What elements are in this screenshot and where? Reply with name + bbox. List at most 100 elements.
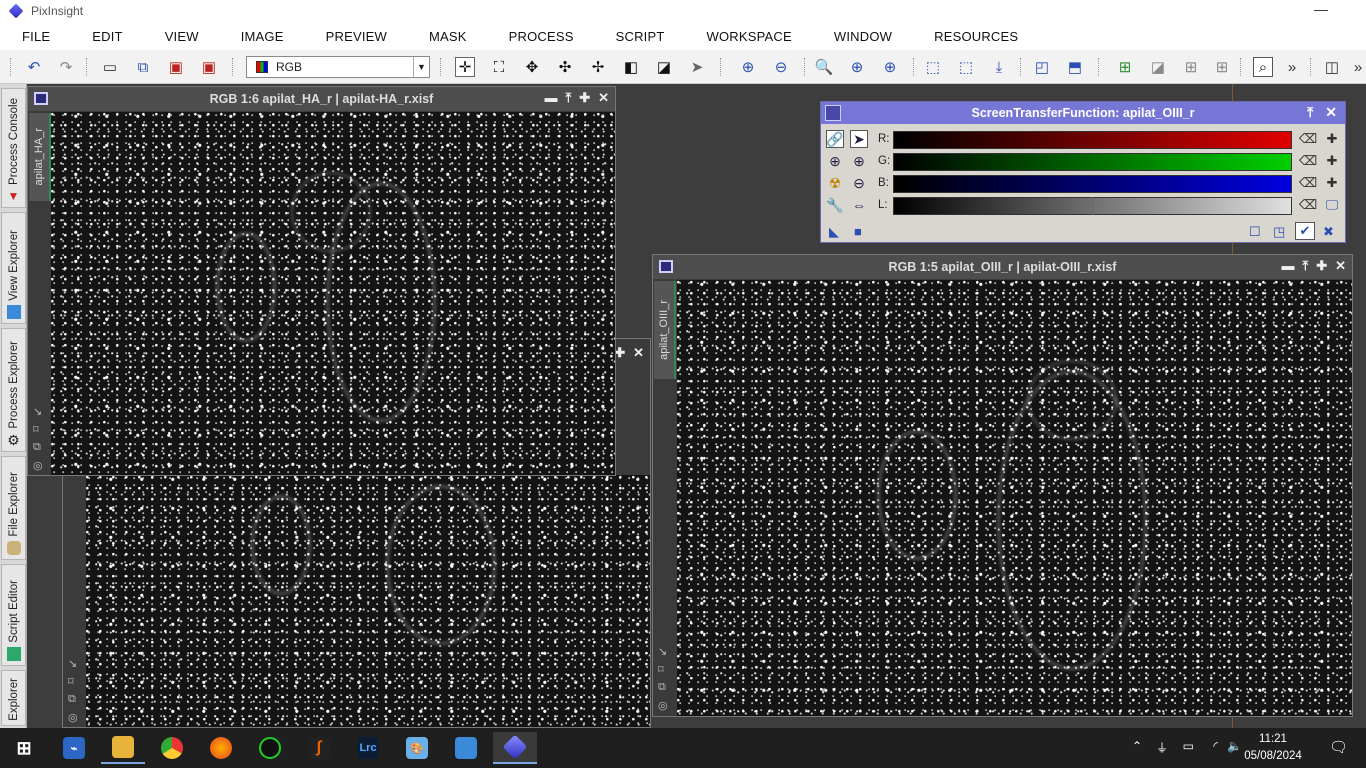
menu-file[interactable]: FILE — [0, 29, 71, 44]
battery-icon[interactable]: ▭ — [1183, 739, 1194, 753]
expand-icon[interactable]: ⤓ — [989, 57, 1009, 77]
window-top-icon[interactable]: ◰ — [1032, 57, 1052, 77]
fit-icon[interactable]: ⌑ — [33, 423, 43, 436]
image-window-oiii[interactable]: RGB 1:5 apilat_OIII_r | apilat-OIII_r.xi… — [652, 254, 1353, 717]
image-canvas[interactable] — [86, 475, 650, 727]
taskbar-app-pixinsight[interactable] — [493, 732, 537, 764]
chevron-down-icon[interactable]: ▼ — [413, 57, 429, 77]
minimize-button[interactable]: ▬ — [544, 90, 557, 106]
wifi-icon[interactable]: ◜ — [1213, 739, 1218, 753]
center-mode-icon[interactable]: ✣ — [555, 57, 575, 77]
zoom-in-icon[interactable]: ⊕ — [850, 152, 868, 170]
menu-view[interactable]: VIEW — [144, 29, 220, 44]
notification-icon[interactable]: 🗨 — [1329, 738, 1348, 756]
pan-mode-icon[interactable]: ✥ — [522, 57, 542, 77]
fit-icon[interactable]: ⌑ — [68, 675, 78, 688]
target-icon[interactable]: ◎ — [33, 459, 43, 472]
documentation-icon[interactable]: ◳ — [1273, 224, 1285, 240]
chevron-up-icon[interactable]: ⌃ — [1132, 739, 1142, 753]
sidebar-tab-process-explorer[interactable]: Process Explorer ⚙ — [1, 328, 26, 452]
taskbar-app-chrome[interactable] — [150, 732, 194, 764]
mask-show-icon[interactable]: ⊞ — [1181, 57, 1201, 77]
radiation-icon[interactable]: ☢ — [826, 174, 844, 192]
sidebar-tab-script-editor[interactable]: Script Editor — [1, 564, 26, 666]
channel-slider-r[interactable] — [893, 131, 1292, 149]
identifier-icon[interactable]: ▭ — [100, 57, 120, 77]
target-icon[interactable]: ◎ — [658, 699, 668, 712]
new-instance-icon[interactable]: ◣ — [829, 224, 839, 240]
reset-icon[interactable]: ⌫ — [1299, 130, 1317, 148]
sidebar-tab-explorer[interactable]: Explorer — [1, 670, 26, 726]
zoom-one-icon[interactable]: ⊕ — [847, 57, 867, 77]
fit-icon[interactable]: ⌑ — [658, 663, 668, 676]
taskbar-app-lightroom[interactable]: Lrc — [346, 732, 390, 764]
apply-icon[interactable]: ✔ — [1295, 222, 1315, 240]
image-window-ha[interactable]: RGB 1:6 apilat_HA_r | apilat-HA_r.xisf ▬… — [27, 86, 616, 476]
window-title-bar[interactable]: RGB 1:6 apilat_HA_r | apilat-HA_r.xisf ▬… — [28, 87, 615, 111]
shrink-icon[interactable]: ↘ — [33, 405, 43, 418]
toolbar-overflow-button[interactable]: » — [1282, 57, 1302, 77]
mask-invert-icon[interactable]: ⊞ — [1212, 57, 1232, 77]
zoom-out-icon[interactable]: ⊖ — [850, 174, 868, 192]
auto-stretch-icon[interactable]: ✚ — [1323, 174, 1341, 192]
image-canvas[interactable] — [677, 280, 1352, 716]
window-fit-icon[interactable]: ⬒ — [1065, 57, 1085, 77]
menu-preview[interactable]: PREVIEW — [305, 29, 408, 44]
menu-mask[interactable]: MASK — [408, 29, 488, 44]
taskbar-app-network[interactable]: ⌁ — [52, 732, 96, 764]
toolbar-overflow-right-button[interactable]: » — [1348, 57, 1366, 77]
reset-all-icon[interactable]: ☐ — [1249, 224, 1261, 240]
shade-button[interactable]: ⤒ — [565, 90, 571, 106]
pointer-icon[interactable]: ➤ — [850, 130, 868, 148]
taskbar-app-explorer[interactable] — [101, 732, 145, 764]
monitor-icon[interactable]: 🖵 — [1323, 196, 1341, 214]
zoom-actual-icon[interactable]: ⊕ — [880, 57, 900, 77]
target-icon[interactable]: ◎ — [68, 711, 78, 724]
auto-stretch-icon[interactable]: ✚ — [1323, 130, 1341, 148]
fit-window-icon[interactable]: ⬚ — [956, 57, 976, 77]
new-preview-icon[interactable]: ◧ — [621, 57, 641, 77]
zoom-mode-icon[interactable]: ⛶ — [489, 57, 509, 77]
new-image-icon[interactable]: ⧉ — [133, 57, 153, 77]
clone-icon[interactable]: ⧉ — [33, 441, 43, 454]
menu-resources[interactable]: RESOURCES — [913, 29, 1039, 44]
clone-image-icon[interactable]: ▣ — [166, 57, 186, 77]
reset-icon[interactable]: ⌫ — [1299, 152, 1317, 170]
apply-global-icon[interactable]: ■ — [854, 224, 862, 239]
minimize-button[interactable]: ▬ — [1281, 258, 1294, 274]
edit-preview-icon[interactable]: ◪ — [654, 57, 674, 77]
menu-edit[interactable]: EDIT — [71, 29, 143, 44]
view-tab-oiii[interactable]: apilat_OIII_r — [654, 281, 676, 379]
taskbar-app-green[interactable] — [248, 732, 292, 764]
taskbar-app-paint[interactable]: 🎨 — [395, 732, 439, 764]
sidebar-tab-file-explorer[interactable]: File Explorer — [1, 456, 26, 560]
shrink-icon[interactable]: ↘ — [68, 657, 78, 670]
mask-edit-icon[interactable]: ◪ — [1148, 57, 1168, 77]
taskbar-app-desktop[interactable] — [444, 732, 488, 764]
start-button[interactable]: ⊞ — [2, 732, 46, 764]
horizontal-arrows-icon[interactable]: ⇔ — [850, 196, 868, 214]
zoom-in-icon[interactable]: ⊕ — [826, 152, 844, 170]
channel-slider-b[interactable] — [893, 175, 1292, 193]
window-title-bar[interactable]: RGB 1:5 apilat_OIII_r | apilat-OIII_r.xi… — [653, 255, 1352, 279]
clone-icon[interactable]: ⧉ — [68, 693, 78, 706]
menu-workspace[interactable]: WORKSPACE — [686, 29, 813, 44]
shrink-icon[interactable]: ↘ — [658, 645, 668, 658]
shade-button[interactable]: ⤒ — [1302, 258, 1308, 274]
auto-stretch-icon[interactable]: ✚ — [1323, 152, 1341, 170]
move-mode-icon[interactable]: ✢ — [588, 57, 608, 77]
channel-slider-l[interactable] — [893, 197, 1292, 215]
channel-slider-g[interactable] — [893, 153, 1292, 171]
stf-track-icon[interactable]: ⌕ — [1253, 57, 1273, 77]
stf-panel[interactable]: ScreenTransferFunction: apilat_OIII_r ⤒ … — [820, 101, 1346, 243]
menu-image[interactable]: IMAGE — [220, 29, 305, 44]
taskbar-app-firefox[interactable] — [199, 732, 243, 764]
view-tab-ha[interactable]: apilat_HA_r — [29, 113, 51, 201]
midtones-marker[interactable] — [1092, 197, 1093, 215]
pointer-icon[interactable]: ➤ — [687, 57, 707, 77]
close-button[interactable]: ✕ — [1325, 104, 1337, 121]
sidebar-tab-process-console[interactable]: Process Console ▼ — [1, 88, 26, 208]
zoom-fit-icon[interactable]: 🔍 — [814, 57, 834, 77]
reset-icon[interactable]: ⌫ — [1299, 174, 1317, 192]
redo-icon[interactable]: ↷ — [56, 57, 76, 77]
